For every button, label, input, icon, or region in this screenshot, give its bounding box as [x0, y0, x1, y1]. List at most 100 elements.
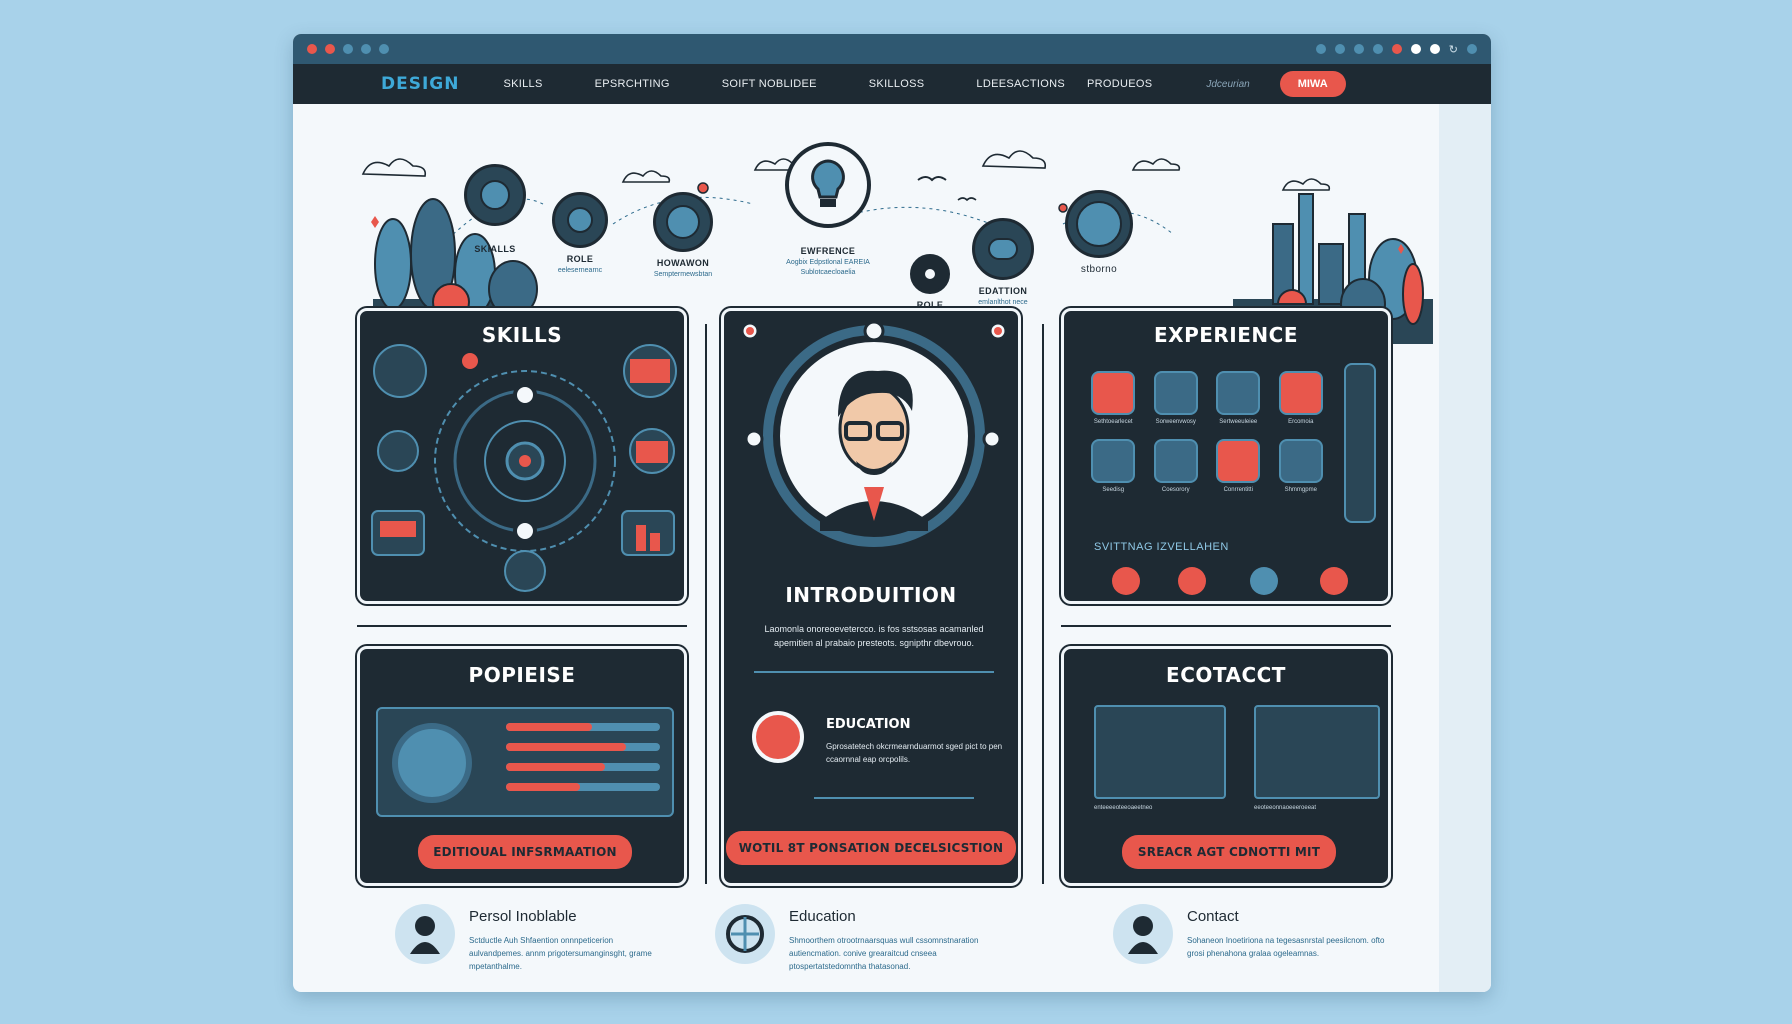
experience-grid: Sethtoearlecet Sorweenvwosy Sertweeuleie… — [1082, 371, 1332, 493]
intro-title: INTRODUITION — [785, 583, 957, 607]
globe-network-icon — [715, 904, 775, 964]
flask-icon — [1091, 371, 1136, 415]
experience-item[interactable]: Coesorory — [1145, 439, 1208, 493]
hero-label: ROLE — [566, 254, 594, 264]
hero-label: stborno — [1080, 264, 1118, 275]
contact-person-icon — [1113, 904, 1173, 964]
hero-item-role[interactable]: ROLE eelesernearnc — [525, 192, 635, 274]
brand-logo[interactable]: DESIGN — [381, 74, 459, 94]
education-pin-icon — [752, 711, 804, 763]
hero-sublabel: emlanlthot nece — [978, 299, 1028, 306]
experience-item[interactable]: Shmmgpme — [1270, 439, 1333, 493]
skills-diagram — [371, 344, 677, 592]
hero-sublabel: Aogbix Edpstlonal EAREIA — [786, 259, 870, 266]
maximize-dot-icon[interactable] — [343, 44, 353, 54]
bottom-text: Sctductle Auh Shfaention onnnpeticerion … — [469, 936, 652, 971]
experience-caption: Coesorory — [1161, 487, 1190, 493]
hero-label: HOWAWON — [656, 258, 710, 268]
skills-panel: SKILLS — [357, 308, 687, 604]
nav-cta-button[interactable]: MIWA — [1279, 71, 1346, 97]
experience-title: EXPERIENCE — [1154, 323, 1298, 347]
hero-item-experience[interactable]: EWFRENCE Aogbix Edpstlonal EAREIA Sublot… — [763, 142, 893, 276]
nav-link-muted[interactable]: Jdceurian — [1206, 79, 1249, 90]
contact-phone-card[interactable] — [1254, 705, 1380, 799]
hero-label: SKIALLS — [474, 244, 516, 254]
person-icon — [395, 904, 455, 964]
settings-dot-icon[interactable] — [1353, 44, 1364, 54]
hero-item-education[interactable]: EDATTION emlanlthot nece — [953, 218, 1053, 306]
experience-item[interactable]: Ercomoia — [1270, 371, 1333, 425]
menu-dot-icon[interactable] — [1467, 44, 1477, 54]
portfolio-panel: POPIEISE EDITIOUAL INFSRMAATION — [357, 646, 687, 886]
bottom-education[interactable]: Education Shmoorthem otrootrnaarsquas wu… — [715, 904, 1009, 973]
dot-icon — [361, 44, 371, 54]
nav-link-3[interactable]: SOIFT NOBLIDEE — [722, 78, 817, 90]
experience-caption: Sorweenvwosy — [1155, 419, 1196, 425]
dot-icon — [1372, 44, 1383, 54]
nav-link-6[interactable]: PRODUEOS — [1087, 78, 1152, 90]
contact-dashboard-card[interactable] — [1094, 705, 1226, 799]
contact-caption-left: enteeeeoteeoaeetneo — [1094, 805, 1153, 811]
swirl-icon — [1153, 439, 1198, 483]
experience-sidebar — [1344, 363, 1376, 523]
nav-link-4[interactable]: SKILLOSS — [869, 78, 925, 90]
nav-link-skills[interactable]: SKILLS — [503, 78, 542, 90]
badge-icon — [1250, 567, 1278, 595]
gear-globe-icon — [392, 723, 472, 803]
cog-icon — [1278, 439, 1323, 483]
dot-icon — [1315, 44, 1326, 54]
portfolio-cta-button[interactable]: EDITIOUAL INFSRMAATION — [418, 835, 632, 869]
minimize-dot-icon[interactable] — [325, 44, 335, 54]
badge-icon — [1320, 567, 1348, 595]
experience-caption: Sertweeuleiee — [1219, 419, 1258, 425]
experience-item[interactable]: Sertweeuleiee — [1207, 371, 1270, 425]
hero-item-role-pin[interactable]: ROLE — [905, 254, 955, 310]
progress-bar — [506, 763, 660, 771]
experience-caption: Sethtoearlecet — [1093, 419, 1133, 425]
hero-sublabel: eelesernearnc — [557, 267, 603, 274]
dot-icon — [1429, 44, 1440, 54]
experience-subtitle: SVITTNAG IZVELLAHEN — [1094, 541, 1229, 553]
monitor-icon — [1216, 371, 1261, 415]
intro-panel: INTRODUITION Laomonla onoreoevetercco. i… — [721, 308, 1021, 886]
bottom-contact[interactable]: Contact Sohaneon Inoetiriona na tegesasn… — [1113, 904, 1387, 964]
gears-icon — [1278, 371, 1323, 415]
intro-avatar-frame — [740, 320, 1008, 547]
browser-window: ↻ DESIGN SKILLS EPSRCHTING SOIFT NOBLIDE… — [293, 34, 1491, 992]
contact-cta-button[interactable]: SREACR AGT CDNOTTI MIT — [1122, 835, 1336, 869]
experience-item[interactable]: Conrrentitti — [1207, 439, 1270, 493]
hero-item-skills[interactable]: SKIALLS — [455, 164, 535, 254]
refresh-icon[interactable]: ↻ — [1449, 43, 1458, 56]
close-dot-icon[interactable] — [307, 44, 317, 54]
experience-item[interactable]: Sorweenvwosy — [1145, 371, 1208, 425]
contact-title: ECOTACCT — [1166, 663, 1286, 687]
experience-item[interactable]: Sethtoearlecet — [1082, 371, 1145, 425]
dot-icon — [1334, 44, 1345, 54]
globe-icon — [653, 192, 713, 252]
progress-bar — [506, 783, 660, 791]
progress-bar — [506, 723, 660, 731]
education-title: EDUCATION — [826, 717, 911, 732]
intro-cta-button[interactable]: WOTIL 8T PONSATION DECELSICSTION — [726, 831, 1016, 865]
experience-caption: Ercomoia — [1288, 419, 1314, 425]
hero-item-stborno[interactable]: stborno — [1059, 190, 1139, 275]
hero-item-howawon[interactable]: HOWAWON Semptermewsbtan — [623, 192, 743, 278]
experience-panel: EXPERIENCE Sethtoearlecet Sorweenvwosy S… — [1061, 308, 1391, 604]
bottom-personal-info[interactable]: Persol Inoblable Sctductle Auh Shfaentio… — [395, 904, 669, 973]
left-row-timeline — [357, 625, 687, 627]
nav-link-2[interactable]: EPSRCHTING — [595, 78, 670, 90]
experience-caption: Seedisg — [1102, 487, 1125, 493]
bottom-text: Sohaneon Inoetiriona na tegesasnrstal pe… — [1187, 936, 1385, 958]
location-pin-icon — [910, 254, 950, 294]
shield-icon — [1216, 439, 1261, 483]
intro-text: Laomonla onoreoevetercco. is fos sstsosa… — [764, 624, 984, 648]
progress-bar — [506, 743, 660, 751]
experience-item[interactable]: Seedisg — [1082, 439, 1145, 493]
nav-link-5[interactable]: LDEESACTIONS — [976, 78, 1065, 90]
portfolio-card[interactable] — [376, 707, 674, 817]
window-titlebar: ↻ — [293, 34, 1491, 64]
beaker-icon — [1153, 371, 1198, 415]
badge-icon — [1112, 567, 1140, 595]
contact-caption-right: eeoteeonnaoeeeroeeat — [1254, 805, 1317, 811]
experience-caption: Conrrentitti — [1223, 487, 1253, 493]
